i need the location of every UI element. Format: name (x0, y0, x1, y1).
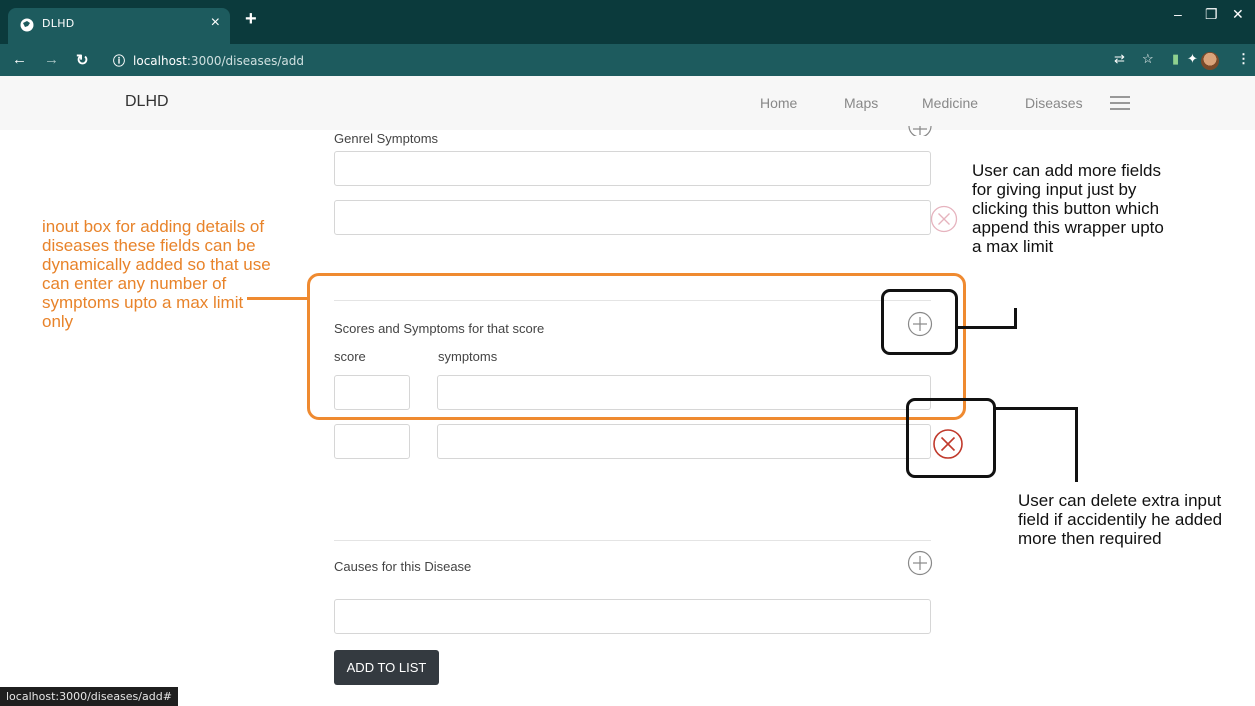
delete-connector-horizontal (996, 407, 1078, 410)
add-button-highlight (881, 289, 958, 355)
tab-title: DLHD (42, 17, 75, 30)
minimize-icon[interactable]: – (1174, 6, 1182, 22)
extension-icon[interactable]: ▮ (1172, 51, 1179, 67)
delete-button-highlight (906, 398, 996, 478)
window-close-icon[interactable]: ✕ (1232, 6, 1244, 23)
forward-icon[interactable]: → (44, 51, 59, 68)
globe-icon (20, 18, 34, 32)
back-icon[interactable]: ← (12, 51, 27, 68)
score-input-2[interactable] (334, 424, 410, 459)
menu-kebab-icon[interactable]: ⋮ (1237, 51, 1250, 67)
nav-link-maps[interactable]: Maps (844, 95, 878, 111)
url-host: localhost (133, 54, 187, 68)
add-to-list-button[interactable]: ADD TO LIST (334, 650, 439, 685)
extensions-puzzle-icon[interactable]: ✦ (1187, 51, 1198, 67)
add-general-symptom-icon[interactable] (908, 126, 932, 136)
status-bar-url: localhost:3000/diseases/add# (0, 687, 178, 706)
annotation-input-box-note: inout box for adding details of diseases… (42, 217, 271, 331)
reload-icon[interactable]: ↻ (76, 51, 89, 69)
profile-avatar[interactable] (1201, 52, 1219, 70)
nav-link-home[interactable]: Home (760, 95, 797, 111)
score-wrapper-highlight (307, 273, 966, 420)
add-connector-vertical (1014, 308, 1017, 329)
bookmark-star-icon[interactable]: ☆ (1142, 51, 1154, 67)
url-field[interactable]: ⓘ localhost:3000/diseases/add (113, 52, 304, 69)
delete-general-symptom-icon[interactable] (930, 205, 958, 233)
score-symptom-input-2[interactable] (437, 424, 931, 459)
general-symptoms-label: Genrel Symptoms (334, 131, 439, 146)
site-info-icon[interactable]: ⓘ (113, 52, 125, 69)
translate-icon[interactable]: ⇄ (1114, 51, 1125, 67)
delete-connector-vertical (1075, 407, 1078, 482)
causes-label: Causes for this Disease (334, 559, 472, 574)
navbar-brand[interactable]: DLHD (125, 93, 169, 111)
add-connector-horizontal (958, 326, 1016, 329)
app-navbar: DLHD Home Maps Medicine Diseases (0, 76, 1255, 130)
annotation-add-note: User can add more fields for giving inpu… (972, 161, 1164, 256)
restore-icon[interactable]: ❐ (1205, 6, 1218, 23)
hamburger-menu-icon[interactable] (1110, 96, 1130, 110)
cause-input-1[interactable] (334, 599, 931, 634)
browser-tab-bar: DLHD × + – ❐ ✕ (0, 0, 1255, 44)
close-tab-icon[interactable]: × (211, 14, 220, 32)
general-symptom-input-1[interactable] (334, 151, 931, 186)
annotation-delete-note: User can delete extra input field if acc… (1018, 491, 1223, 548)
nav-link-diseases[interactable]: Diseases (1025, 95, 1083, 111)
add-cause-icon[interactable] (907, 550, 933, 576)
browser-tab[interactable]: DLHD × (8, 8, 230, 44)
nav-link-medicine[interactable]: Medicine (922, 95, 978, 111)
general-symptom-input-2[interactable] (334, 200, 931, 235)
new-tab-icon[interactable]: + (245, 8, 257, 31)
url-path: :3000/diseases/add (186, 54, 304, 68)
section-divider (334, 540, 931, 541)
browser-address-bar: ← → ↻ ⓘ localhost:3000/diseases/add ⇄ ☆ ▮… (0, 44, 1255, 76)
